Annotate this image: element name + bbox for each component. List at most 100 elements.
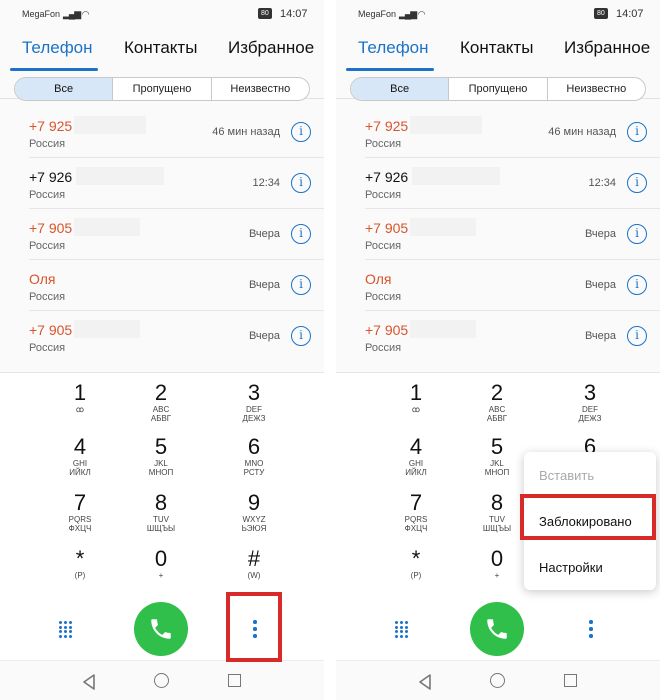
call-log-row[interactable]: +7 905 Россия Вчера i (0, 210, 324, 260)
call-log-row[interactable]: +7 926 Россия 12:34 i (336, 159, 660, 209)
row-divider (365, 208, 660, 209)
key-digit: 4 (409, 434, 423, 459)
call-log-row[interactable]: +7 926 Россия 12:34 i (0, 159, 324, 209)
recents-icon[interactable] (228, 674, 241, 687)
key-three[interactable]: 3 DEF ДЕЖЗ (550, 373, 630, 427)
key-digit: 5 (154, 434, 168, 459)
key-letters-cyrillic: АБВГ (150, 414, 172, 423)
call-filter: Все Пропущено Неизвестно (14, 77, 310, 101)
menu-item-settings[interactable]: Настройки (539, 560, 603, 575)
call-log-row[interactable]: +7 905 Россия Вчера i (336, 210, 660, 260)
panel-gap (324, 0, 336, 700)
dialpad-grid-icon[interactable] (395, 621, 411, 638)
call-log-row[interactable]: +7 905 Россия Вчера i (336, 312, 660, 362)
key-one[interactable]: 1ꝏ (376, 373, 456, 427)
row-divider (365, 310, 660, 311)
call-log-row[interactable]: +7 925 Россия 46 мин назад i (336, 108, 660, 158)
redacted-mask (410, 320, 476, 338)
key-letters: (W) (247, 571, 261, 580)
key-digit: 4 (73, 434, 87, 459)
key-nine[interactable]: 9WXYZЬЭЮЯ (214, 483, 294, 537)
info-icon[interactable]: i (291, 326, 311, 346)
key-two[interactable]: 2 ABC АБВГ (121, 373, 201, 427)
redacted-mask (410, 218, 476, 236)
key-six[interactable]: 6MNOРСТУ (214, 427, 294, 481)
call-number: +7 905 (29, 220, 73, 236)
filter-0[interactable]: Все (351, 78, 449, 100)
tab-1[interactable]: Контакты (124, 38, 197, 58)
info-icon[interactable]: i (291, 275, 311, 295)
call-filter: Все Пропущено Неизвестно (350, 77, 646, 101)
call-log-row[interactable]: Оля Россия Вчера i (336, 261, 660, 311)
call-number: Оля (365, 271, 392, 287)
key-one[interactable]: 1ꝏ (40, 373, 120, 427)
row-divider (29, 310, 324, 311)
more-vert-icon[interactable] (584, 619, 598, 639)
carrier-label: MegaFon (22, 9, 61, 19)
signal-wifi-icon: ▂▄▆ ◠ (399, 9, 426, 19)
home-icon[interactable] (490, 673, 505, 688)
call-log-row[interactable]: +7 905 Россия Вчера i (0, 312, 324, 362)
key-star[interactable]: * (P) (376, 539, 456, 593)
key-four[interactable]: 4 GHI ИЙКЛ (40, 427, 120, 481)
info-icon[interactable]: i (291, 122, 311, 142)
home-icon[interactable] (154, 673, 169, 688)
key-seven[interactable]: 7 PQRS ФХЦЧ (376, 483, 456, 537)
info-icon[interactable]: i (291, 224, 311, 244)
key-seven[interactable]: 7 PQRS ФХЦЧ (40, 483, 120, 537)
call-number: +7 905 (29, 322, 73, 338)
key-eight[interactable]: 8 TUV ШЩЪЫ (121, 483, 201, 537)
key-letters: GHI (408, 459, 424, 468)
filter-1[interactable]: Пропущено (112, 78, 210, 100)
info-icon[interactable]: i (627, 122, 647, 142)
key-three[interactable]: 3 DEF ДЕЖЗ (214, 373, 294, 427)
back-icon[interactable] (82, 674, 96, 690)
tab-0[interactable]: Телефон (22, 38, 93, 58)
clock: 14:07 (280, 8, 308, 20)
key-digit: 9 (247, 490, 261, 515)
phone-screen-right: MegaFon ▂▄▆ ◠ 80 14:07 Телефон Контакты Избран… (336, 0, 660, 700)
recents-icon[interactable] (564, 674, 577, 687)
filter-1[interactable]: Пропущено (448, 78, 546, 100)
key-zero[interactable]: 0 + (121, 539, 201, 593)
clock: 14:07 (616, 8, 644, 20)
key-digit: 3 (583, 380, 597, 405)
call-number: +7 925 (365, 118, 409, 134)
tab-0[interactable]: Телефон (358, 38, 429, 58)
info-icon[interactable]: i (291, 173, 311, 193)
call-location: Россия (29, 240, 66, 252)
key-four[interactable]: 4 GHI ИЙКЛ (376, 427, 456, 481)
phone-screen-left: MegaFon ▂▄▆ ◠ 80 14:07 Телефон Контакты Избран… (0, 0, 324, 700)
key-letters: DEF (246, 405, 262, 414)
menu-item-paste[interactable]: Вставить (539, 468, 594, 483)
dialer-actions (336, 594, 660, 660)
call-log-row[interactable]: +7 925 Россия 46 мин назад i (0, 108, 324, 158)
call-log-row[interactable]: Оля Россия Вчера i (0, 261, 324, 311)
tab-1[interactable]: Контакты (460, 38, 533, 58)
key-star[interactable]: * (P) (40, 539, 120, 593)
call-time: Вчера (584, 279, 616, 291)
info-icon[interactable]: i (627, 275, 647, 295)
tab-2[interactable]: Избранное (228, 38, 314, 58)
key-digit: * (411, 546, 421, 571)
key-two[interactable]: 2 ABC АБВГ (457, 373, 537, 427)
call-button[interactable] (470, 602, 524, 656)
info-icon[interactable]: i (627, 326, 647, 346)
key-hash[interactable]: #(W) (214, 539, 294, 593)
filter-2[interactable]: Неизвестно (210, 78, 309, 100)
call-number: Оля (29, 271, 56, 287)
info-icon[interactable]: i (627, 173, 647, 193)
filter-2[interactable]: Неизвестно (546, 78, 645, 100)
dialpad-grid-icon[interactable] (59, 621, 75, 638)
call-location: Россия (29, 291, 66, 303)
filter-0[interactable]: Все (15, 78, 113, 100)
call-button[interactable] (134, 602, 188, 656)
back-icon[interactable] (418, 674, 432, 690)
key-digit: 1 (409, 380, 423, 405)
key-digit: 3 (247, 380, 261, 405)
key-five[interactable]: 5 JKL МНОП (121, 427, 201, 481)
call-time: Вчера (584, 228, 616, 240)
tab-2[interactable]: Избранное (564, 38, 650, 58)
info-icon[interactable]: i (627, 224, 647, 244)
call-time: 46 мин назад (548, 126, 616, 138)
